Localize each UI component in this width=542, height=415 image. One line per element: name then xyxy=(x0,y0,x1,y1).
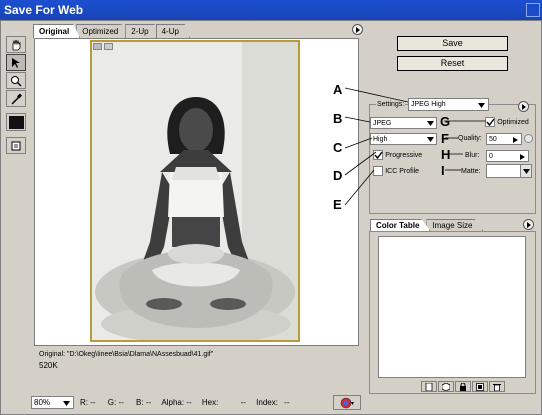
callout-line-b xyxy=(344,116,371,123)
close-button[interactable] xyxy=(526,3,540,17)
chevron-down-icon xyxy=(63,401,70,406)
slice-type-badge xyxy=(104,43,113,50)
callout-line-a xyxy=(344,87,409,103)
callout-g: G xyxy=(440,114,451,129)
eyedropper-color-swatch[interactable] xyxy=(6,113,26,131)
cube-icon xyxy=(442,382,450,391)
status-alpha-label: Alpha: xyxy=(161,398,185,407)
image-info-size: 520K xyxy=(39,361,58,370)
arrow-right-icon xyxy=(355,26,360,33)
lock-color-button[interactable] xyxy=(455,381,471,392)
callout-line-e xyxy=(344,169,375,206)
callout-b: B xyxy=(333,111,343,126)
tab-color-table[interactable]: Color Table xyxy=(370,219,431,231)
tab-original[interactable]: Original xyxy=(33,24,81,38)
tab-optimized[interactable]: Optimized xyxy=(76,24,130,38)
status-r-label: R: xyxy=(80,398,88,407)
window-title: Save For Web xyxy=(4,3,84,17)
woman-meditating-photo xyxy=(92,42,298,340)
arrow-icon xyxy=(12,57,20,68)
status-g-label: G: xyxy=(107,398,117,407)
view-tabs: Original Optimized 2-Up 4-Up xyxy=(33,24,190,38)
toggle-slices-button[interactable] xyxy=(6,137,26,154)
toolbox xyxy=(6,36,26,154)
tab-image-size[interactable]: Image Size xyxy=(426,219,484,231)
hand-tool[interactable] xyxy=(6,36,26,53)
preview-menu-button[interactable] xyxy=(352,24,363,35)
callout-e: E xyxy=(333,197,342,212)
hand-icon xyxy=(12,39,21,50)
preview-in-browser-button[interactable] xyxy=(333,395,361,410)
status-hex-label: Hex: xyxy=(201,398,219,407)
status-g-value: -- xyxy=(118,398,124,407)
new-color-button[interactable] xyxy=(421,381,437,392)
save-button[interactable]: Save xyxy=(397,36,508,51)
slice-number-badge xyxy=(93,43,102,50)
callout-lines xyxy=(344,87,486,206)
new-color-square-button[interactable] xyxy=(472,381,488,392)
delete-color-button[interactable] xyxy=(489,381,505,392)
status-b-value: -- xyxy=(145,398,152,407)
status-alpha-value: -- xyxy=(186,398,192,407)
zoom-select[interactable]: 80% xyxy=(31,396,74,409)
eyedropper-icon xyxy=(11,93,22,105)
callout-line-d xyxy=(344,151,377,176)
browser-icon xyxy=(340,397,354,408)
color-table-grid[interactable] xyxy=(378,236,526,378)
arrow-right-icon xyxy=(526,221,531,228)
callout-i: I xyxy=(441,163,445,178)
preview-image[interactable] xyxy=(90,40,300,342)
reset-button[interactable]: Reset xyxy=(397,56,508,71)
status-hex-value: -- xyxy=(240,398,246,407)
color-swatch xyxy=(8,115,24,129)
callout-f: F xyxy=(441,131,449,146)
status-index-value: -- xyxy=(284,398,290,407)
color-table-toolbar xyxy=(421,381,505,392)
color-table-menu-button[interactable] xyxy=(523,219,534,230)
status-readout: R: -- G: -- B: -- Alpha: -- Hex: -- Inde… xyxy=(80,398,290,407)
status-index-label: Index: xyxy=(256,398,278,407)
slice-visibility-icon xyxy=(11,141,21,150)
new-color-icon xyxy=(476,382,484,391)
callout-c: C xyxy=(333,140,343,155)
color-panel-tabs: Color Table Image Size xyxy=(370,219,484,231)
trash-icon xyxy=(493,383,501,391)
page-icon xyxy=(425,382,433,391)
zoom-tool[interactable] xyxy=(6,72,26,89)
lock-icon xyxy=(460,382,466,391)
magnifier-icon xyxy=(11,75,22,87)
callout-line-c xyxy=(344,137,373,149)
status-r-value: -- xyxy=(90,398,96,407)
title-bar: Save For Web xyxy=(0,0,542,20)
tab-4-up[interactable]: 4-Up xyxy=(155,24,190,38)
slice-select-tool[interactable] xyxy=(6,54,26,71)
callout-a: A xyxy=(333,82,343,97)
zoom-value: 80% xyxy=(34,398,51,407)
eyedropper-tool[interactable] xyxy=(6,90,26,107)
callout-d: D xyxy=(333,168,343,183)
web-shift-button[interactable] xyxy=(438,381,454,392)
callout-h: H xyxy=(441,147,451,162)
status-b-label: B: xyxy=(136,398,144,407)
image-info-path: Original: "D:\Okeg\Iinee\Bsia\Dlama\NAss… xyxy=(39,351,214,358)
tab-2-up[interactable]: 2-Up xyxy=(125,24,160,38)
